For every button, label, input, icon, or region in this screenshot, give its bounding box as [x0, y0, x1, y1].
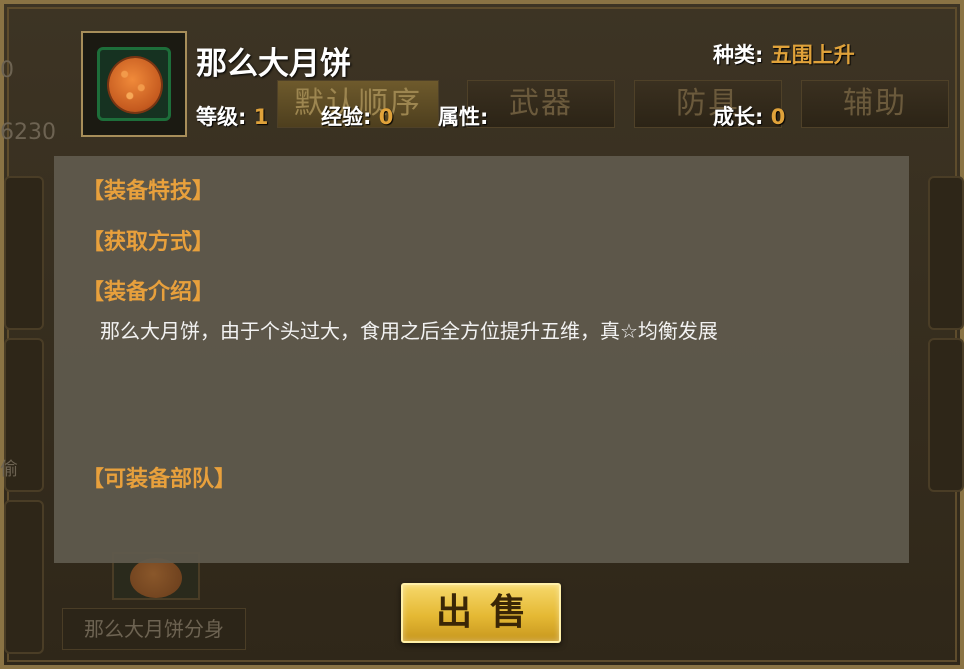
bg-side-glyph: 偷: [0, 459, 18, 480]
growth-stat: 成长: 0: [713, 101, 785, 131]
attr-label: 属性:: [438, 105, 489, 129]
bg-number-second: 6230: [0, 120, 56, 145]
bg-slot-right-2: [928, 338, 964, 492]
item-description-panel: 【装备特技】 【获取方式】 【装备介绍】 那么大月饼，由于个头过大，食用之后全方…: [54, 156, 909, 563]
level-label: 等级:: [196, 105, 247, 129]
tab-weapon[interactable]: 武器: [467, 80, 615, 128]
section-units-heading: 【可装备部队】: [82, 467, 237, 492]
bg-slot-left-1: [4, 176, 44, 330]
exp-stat: 经验: 0: [321, 101, 393, 131]
growth-value: 0: [770, 105, 786, 129]
level-stat: 等级: 1: [196, 101, 268, 131]
mooncake-icon: [109, 58, 161, 112]
section-obtain-heading: 【获取方式】: [82, 230, 215, 255]
type-label: 种类:: [713, 43, 764, 67]
item-name: 那么大月饼: [196, 46, 351, 82]
sell-button[interactable]: 出售: [401, 583, 561, 643]
intro-text: 那么大月饼，由于个头过大，食用之后全方位提升五维，真☆均衡发展: [100, 319, 718, 343]
exp-label: 经验:: [321, 105, 372, 129]
growth-label: 成长:: [713, 105, 764, 129]
item-icon-slot: [97, 47, 171, 121]
tab-assist[interactable]: 辅助: [801, 80, 949, 128]
bg-slot-right-1: [928, 176, 964, 330]
section-skills-heading: 【装备特技】: [82, 179, 215, 204]
bg-slot-left-3: [4, 500, 44, 654]
mooncake-icon: [130, 558, 182, 598]
section-intro-heading: 【装备介绍】: [82, 280, 215, 305]
attr-stat: 属性:: [438, 101, 488, 131]
level-value: 1: [253, 105, 269, 129]
type-stat: 种类: 五围上升: [713, 39, 855, 69]
bg-number-top: 0: [0, 58, 14, 83]
item-icon-frame: [81, 31, 187, 137]
type-value: 五围上升: [770, 43, 855, 67]
bg-item-label[interactable]: 那么大月饼分身: [62, 608, 246, 650]
exp-value: 0: [378, 105, 394, 129]
